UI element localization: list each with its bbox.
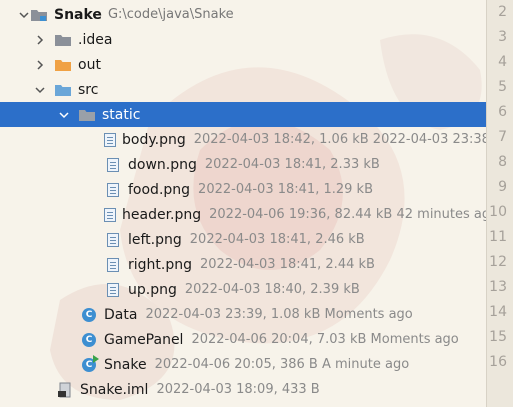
idea-folder-name: .idea	[78, 31, 113, 48]
image-file-icon	[104, 157, 122, 173]
line-number: 8	[498, 154, 507, 170]
file-name: food.png	[128, 181, 191, 198]
line-number: 6	[498, 104, 507, 120]
file-name: up.png	[128, 281, 177, 298]
java-class-icon: C	[80, 332, 98, 348]
chevron-right-icon[interactable]	[34, 34, 46, 46]
line-number: 14	[489, 304, 507, 320]
chevron-down-icon[interactable]	[58, 109, 70, 121]
java-class-icon: C	[80, 307, 98, 323]
root-path: G:\code\java\Snake	[107, 7, 234, 22]
chevron-right-icon[interactable]	[34, 59, 46, 71]
line-number: 4	[498, 54, 507, 70]
line-number: 10	[489, 204, 507, 220]
line-number: 13	[489, 279, 507, 295]
file-meta: 2022-04-03 18:41, 1.29 kB	[198, 182, 373, 197]
line-number: 3	[498, 29, 507, 45]
class-name: Snake	[104, 356, 147, 373]
chevron-down-icon[interactable]	[18, 9, 30, 21]
file-meta: 2022-04-06 19:36, 82.44 kB 42 minutes ag…	[209, 207, 487, 222]
runnable-class-icon: C	[80, 354, 99, 373]
class-name: GamePanel	[104, 331, 184, 348]
line-number-gutter: 2 3 4 5 6 7 8 9 10 11 12 13 14 15 16	[486, 0, 513, 407]
file-row[interactable]: body.png 2022-04-03 18:42, 1.06 kB 2022-…	[0, 127, 487, 152]
file-row[interactable]: down.png 2022-04-03 18:41, 2.33 kB	[0, 152, 487, 177]
line-number: 5	[498, 79, 507, 95]
class-meta: 2022-04-03 23:39, 1.08 kB Moments ago	[145, 307, 413, 322]
iml-file-name: Snake.iml	[80, 381, 149, 398]
class-meta: 2022-04-06 20:05, 386 B A minute ago	[154, 357, 410, 372]
file-name: right.png	[128, 256, 192, 273]
class-row[interactable]: C Data 2022-04-03 23:39, 1.08 kB Moments…	[0, 302, 487, 327]
iml-file-meta: 2022-04-03 18:09, 433 B	[156, 382, 320, 397]
module-file-icon	[56, 382, 74, 398]
class-row[interactable]: C GamePanel 2022-04-06 20:04, 7.03 kB Mo…	[0, 327, 487, 352]
file-meta: 2022-04-03 18:42, 1.06 kB 2022-04-03 23:…	[193, 132, 487, 147]
file-meta: 2022-04-03 18:40, 2.39 kB	[184, 282, 360, 297]
image-file-icon	[104, 207, 116, 223]
tree-node-static[interactable]: static	[0, 102, 487, 127]
tree-node-src[interactable]: src	[0, 77, 487, 102]
file-row[interactable]: food.png 2022-04-03 18:41, 1.29 kB	[0, 177, 487, 202]
source-folder-icon	[54, 82, 72, 98]
image-file-icon	[104, 257, 122, 273]
class-meta: 2022-04-06 20:04, 7.03 kB Moments ago	[191, 332, 459, 347]
line-number: 7	[498, 129, 507, 145]
src-folder-name: src	[78, 81, 99, 98]
class-name: Data	[104, 306, 138, 323]
tree-node-out[interactable]: out	[0, 52, 487, 77]
root-name: Snake	[54, 6, 102, 23]
file-name: left.png	[128, 231, 182, 248]
static-folder-name: static	[102, 106, 141, 123]
line-number: 11	[489, 229, 507, 245]
file-meta: 2022-04-03 18:41, 2.46 kB	[189, 232, 365, 247]
tree-node-root[interactable]: Snake G:\code\java\Snake	[0, 2, 487, 27]
image-file-icon	[104, 182, 122, 198]
file-row[interactable]: left.png 2022-04-03 18:41, 2.46 kB	[0, 227, 487, 252]
file-row[interactable]: header.png 2022-04-06 19:36, 82.44 kB 42…	[0, 202, 487, 227]
image-file-icon	[104, 232, 122, 248]
out-folder-name: out	[78, 56, 101, 73]
line-number: 2	[498, 4, 507, 20]
line-number: 16	[489, 354, 507, 370]
image-file-icon	[104, 282, 122, 298]
file-row[interactable]: right.png 2022-04-03 18:41, 2.44 kB	[0, 252, 487, 277]
file-name: header.png	[122, 206, 202, 223]
project-tree: Snake G:\code\java\Snake .idea out src s…	[0, 0, 487, 407]
line-number: 12	[489, 254, 507, 270]
module-folder-icon	[30, 7, 48, 23]
file-row[interactable]: up.png 2022-04-03 18:40, 2.39 kB	[0, 277, 487, 302]
line-number: 9	[498, 179, 507, 195]
chevron-down-icon[interactable]	[34, 84, 46, 96]
tree-node-iml[interactable]: Snake.iml 2022-04-03 18:09, 433 B	[0, 377, 487, 402]
file-name: body.png	[122, 131, 186, 148]
image-file-icon	[104, 132, 116, 148]
file-meta: 2022-04-03 18:41, 2.33 kB	[204, 157, 380, 172]
folder-icon	[78, 107, 96, 123]
tree-node-idea[interactable]: .idea	[0, 27, 487, 52]
file-meta: 2022-04-03 18:41, 2.44 kB	[200, 257, 375, 272]
line-number: 15	[489, 329, 507, 345]
file-name: down.png	[128, 156, 197, 173]
class-row[interactable]: C Snake 2022-04-06 20:05, 386 B A minute…	[0, 352, 487, 377]
excluded-folder-icon	[54, 57, 72, 73]
folder-icon	[54, 32, 72, 48]
